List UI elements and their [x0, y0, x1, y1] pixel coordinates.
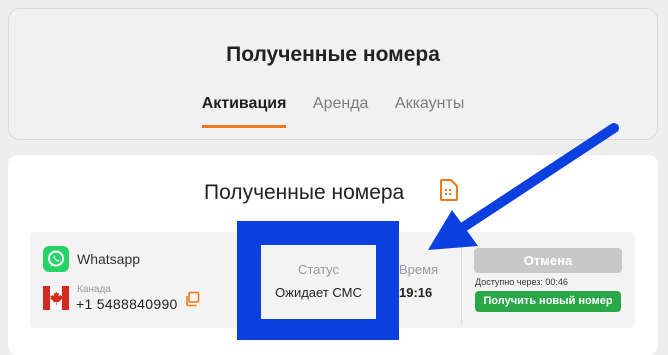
- copy-icon[interactable]: [184, 291, 200, 307]
- header-card: Полученные номера Активация Аренда Аккау…: [8, 8, 658, 140]
- section-title: Полученные номера: [204, 181, 405, 204]
- status-cell: Статус Ожидает СМС: [261, 245, 376, 319]
- phone-number: +1 5488840990: [76, 296, 178, 312]
- tab-rent[interactable]: Аренда: [313, 95, 369, 113]
- country-name: Канада: [77, 284, 111, 295]
- sim-card-icon: [440, 179, 458, 201]
- service-name: Whatsapp: [77, 251, 141, 267]
- status-value: Ожидает СМС: [275, 285, 362, 300]
- page-title: Полученные номера: [226, 43, 440, 66]
- canada-flag-icon: [43, 285, 69, 311]
- tabs: Активация Аренда Аккаунты: [9, 95, 657, 128]
- tab-activation[interactable]: Активация: [201, 95, 286, 128]
- cancel-button[interactable]: Отмена: [474, 248, 622, 273]
- time-value: 19:16: [399, 285, 433, 300]
- get-new-number-button[interactable]: Получить новый номер: [475, 291, 621, 312]
- status-label: Статус: [297, 262, 340, 277]
- tab-accounts[interactable]: Аккаунты: [395, 95, 464, 113]
- time-label: Время: [399, 262, 439, 277]
- whatsapp-icon: [43, 246, 69, 272]
- column-divider: [461, 237, 462, 325]
- available-timer: Доступно через: 00:46: [475, 277, 568, 287]
